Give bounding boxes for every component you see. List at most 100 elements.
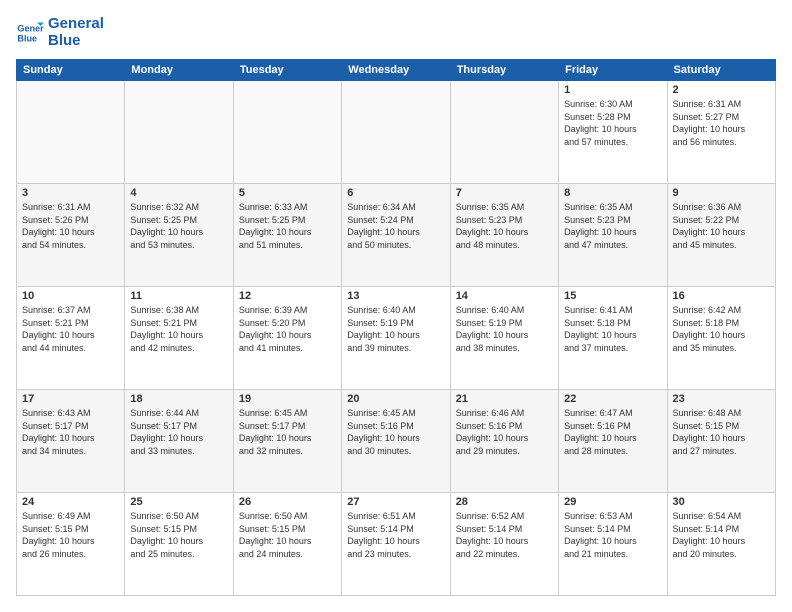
weekday-header-friday: Friday: [559, 60, 667, 81]
day-number: 11: [130, 290, 227, 302]
calendar-cell: 30Sunrise: 6:54 AM Sunset: 5:14 PM Dayli…: [667, 493, 775, 596]
weekday-header-monday: Monday: [125, 60, 233, 81]
day-number: 6: [347, 187, 444, 199]
day-number: 18: [130, 393, 227, 405]
day-number: 12: [239, 290, 336, 302]
calendar-cell: 15 Sunrise: 6:41 AM Sunset: 5:18 PM Dayli…: [559, 287, 667, 390]
weekday-header-sunday: Sunday: [17, 60, 125, 81]
weekday-header-saturday: Saturday: [667, 60, 775, 81]
calendar-cell: 5 Sunrise: 6:33 AM Sunset: 5:25 PM Daylig…: [233, 184, 341, 287]
week-row-3: 10 Sunrise: 6:37 AM Sunset: 5:21 PM Dayli…: [17, 287, 776, 390]
weekday-header-row: SundayMondayTuesdayWednesdayThursdayFrid…: [17, 60, 776, 81]
weekday-header-wednesday: Wednesday: [342, 60, 450, 81]
day-number: 2: [673, 84, 770, 96]
day-number: 20: [347, 393, 444, 405]
calendar-cell: 28 Sunrise: 6:52 AM Sunset: 5:14 PM Dayli…: [450, 493, 558, 596]
calendar-cell: 29 Sunrise: 6:53 AM Sunset: 5:14 PM Dayli…: [559, 493, 667, 596]
calendar-cell: 9 Sunrise: 6:36 AM Sunset: 5:22 PM Daylig…: [667, 184, 775, 287]
calendar-cell: 26 Sunrise: 6:50 AM Sunset: 5:15 PM Dayli…: [233, 493, 341, 596]
page: General Blue GeneralBlue SundayMondayTue…: [0, 0, 792, 612]
calendar-cell: 20 Sunrise: 6:45 AM Sunset: 5:16 PM Dayli…: [342, 390, 450, 493]
day-number: 4: [130, 187, 227, 199]
calendar-cell: [342, 81, 450, 184]
week-row-4: 17 Sunrise: 6:43 AM Sunset: 5:17 PM Dayli…: [17, 390, 776, 493]
calendar-cell: 10 Sunrise: 6:37 AM Sunset: 5:21 PM Dayli…: [17, 287, 125, 390]
calendar-cell: 7Sunrise: 6:35 AM Sunset: 5:23 PM Daylig…: [450, 184, 558, 287]
day-info: Sunrise: 6:45 AM Sunset: 5:17 PM Dayligh…: [239, 407, 336, 457]
calendar-cell: 22 Sunrise: 6:47 AM Sunset: 5:16 PM Dayli…: [559, 390, 667, 493]
calendar-cell: [233, 81, 341, 184]
weekday-header-tuesday: Tuesday: [233, 60, 341, 81]
day-number: 25: [130, 496, 227, 508]
day-info: Sunrise: 6:36 AM Sunset: 5:22 PM Dayligh…: [673, 201, 770, 251]
day-info: Sunrise: 6:38 AM Sunset: 5:21 PM Dayligh…: [130, 304, 227, 354]
day-info: Sunrise: 6:53 AM Sunset: 5:14 PM Dayligh…: [564, 510, 661, 560]
day-number: 19: [239, 393, 336, 405]
day-info: Sunrise: 6:39 AM Sunset: 5:20 PM Dayligh…: [239, 304, 336, 354]
week-row-5: 24 Sunrise: 6:49 AM Sunset: 5:15 PM Dayli…: [17, 493, 776, 596]
calendar-cell: 14Sunrise: 6:40 AM Sunset: 5:19 PM Dayli…: [450, 287, 558, 390]
calendar-cell: [125, 81, 233, 184]
header: General Blue GeneralBlue: [16, 16, 776, 49]
calendar-table: SundayMondayTuesdayWednesdayThursdayFrid…: [16, 59, 776, 596]
calendar-cell: 1Sunrise: 6:30 AM Sunset: 5:28 PM Daylig…: [559, 81, 667, 184]
day-number: 24: [22, 496, 119, 508]
day-info: Sunrise: 6:47 AM Sunset: 5:16 PM Dayligh…: [564, 407, 661, 457]
day-number: 29: [564, 496, 661, 508]
day-number: 23: [673, 393, 770, 405]
day-info: Sunrise: 6:52 AM Sunset: 5:14 PM Dayligh…: [456, 510, 553, 560]
calendar-cell: 8Sunrise: 6:35 AM Sunset: 5:23 PM Daylig…: [559, 184, 667, 287]
day-number: 16: [673, 290, 770, 302]
calendar-cell: 4Sunrise: 6:32 AM Sunset: 5:25 PM Daylig…: [125, 184, 233, 287]
day-info: Sunrise: 6:33 AM Sunset: 5:25 PM Dayligh…: [239, 201, 336, 251]
calendar-cell: 19 Sunrise: 6:45 AM Sunset: 5:17 PM Dayli…: [233, 390, 341, 493]
day-info: Sunrise: 6:49 AM Sunset: 5:15 PM Dayligh…: [22, 510, 119, 560]
calendar-cell: 25 Sunrise: 6:50 AM Sunset: 5:15 PM Dayli…: [125, 493, 233, 596]
day-info: Sunrise: 6:37 AM Sunset: 5:21 PM Dayligh…: [22, 304, 119, 354]
day-info: Sunrise: 6:50 AM Sunset: 5:15 PM Dayligh…: [130, 510, 227, 560]
day-number: 3: [22, 187, 119, 199]
calendar-cell: [17, 81, 125, 184]
day-info: Sunrise: 6:51 AM Sunset: 5:14 PM Dayligh…: [347, 510, 444, 560]
day-number: 21: [456, 393, 553, 405]
day-info: Sunrise: 6:30 AM Sunset: 5:28 PM Dayligh…: [564, 98, 661, 148]
day-number: 15: [564, 290, 661, 302]
logo: General Blue GeneralBlue: [16, 16, 104, 49]
day-number: 30: [673, 496, 770, 508]
day-info: Sunrise: 6:31 AM Sunset: 5:27 PM Dayligh…: [673, 98, 770, 148]
day-number: 8: [564, 187, 661, 199]
weekday-header-thursday: Thursday: [450, 60, 558, 81]
day-info: Sunrise: 6:34 AM Sunset: 5:24 PM Dayligh…: [347, 201, 444, 251]
week-row-1: 1Sunrise: 6:30 AM Sunset: 5:28 PM Daylig…: [17, 81, 776, 184]
day-info: Sunrise: 6:40 AM Sunset: 5:19 PM Dayligh…: [456, 304, 553, 354]
day-number: 17: [22, 393, 119, 405]
day-number: 9: [673, 187, 770, 199]
calendar-cell: 3 Sunrise: 6:31 AM Sunset: 5:26 PM Daylig…: [17, 184, 125, 287]
calendar-cell: 17 Sunrise: 6:43 AM Sunset: 5:17 PM Dayli…: [17, 390, 125, 493]
calendar-cell: 12 Sunrise: 6:39 AM Sunset: 5:20 PM Dayli…: [233, 287, 341, 390]
day-number: 27: [347, 496, 444, 508]
day-number: 28: [456, 496, 553, 508]
calendar-cell: 11 Sunrise: 6:38 AM Sunset: 5:21 PM Dayli…: [125, 287, 233, 390]
day-number: 13: [347, 290, 444, 302]
day-number: 5: [239, 187, 336, 199]
day-number: 26: [239, 496, 336, 508]
day-info: Sunrise: 6:44 AM Sunset: 5:17 PM Dayligh…: [130, 407, 227, 457]
day-info: Sunrise: 6:41 AM Sunset: 5:18 PM Dayligh…: [564, 304, 661, 354]
calendar-cell: [450, 81, 558, 184]
logo-text: GeneralBlue: [48, 16, 104, 49]
calendar-cell: 2 Sunrise: 6:31 AM Sunset: 5:27 PM Daylig…: [667, 81, 775, 184]
calendar-cell: 21Sunrise: 6:46 AM Sunset: 5:16 PM Dayli…: [450, 390, 558, 493]
day-info: Sunrise: 6:48 AM Sunset: 5:15 PM Dayligh…: [673, 407, 770, 457]
day-info: Sunrise: 6:43 AM Sunset: 5:17 PM Dayligh…: [22, 407, 119, 457]
day-info: Sunrise: 6:31 AM Sunset: 5:26 PM Dayligh…: [22, 201, 119, 251]
calendar-cell: 6 Sunrise: 6:34 AM Sunset: 5:24 PM Daylig…: [342, 184, 450, 287]
day-info: Sunrise: 6:50 AM Sunset: 5:15 PM Dayligh…: [239, 510, 336, 560]
logo-icon: General Blue: [16, 19, 44, 47]
calendar-cell: 23 Sunrise: 6:48 AM Sunset: 5:15 PM Dayli…: [667, 390, 775, 493]
day-info: Sunrise: 6:45 AM Sunset: 5:16 PM Dayligh…: [347, 407, 444, 457]
calendar-cell: 13Sunrise: 6:40 AM Sunset: 5:19 PM Dayli…: [342, 287, 450, 390]
day-info: Sunrise: 6:42 AM Sunset: 5:18 PM Dayligh…: [673, 304, 770, 354]
day-number: 10: [22, 290, 119, 302]
day-number: 22: [564, 393, 661, 405]
